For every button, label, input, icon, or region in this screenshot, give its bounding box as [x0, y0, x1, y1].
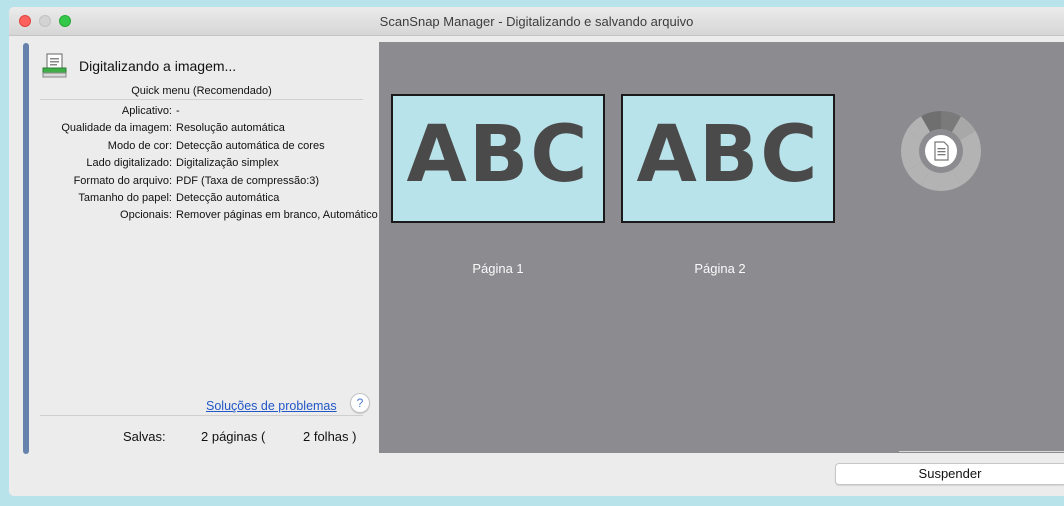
setting-row: Formato do arquivo: PDF (Taxa de compres…	[14, 175, 373, 192]
setting-label: Modo de cor:	[107, 139, 172, 152]
page-thumbnail[interactable]: ABC	[621, 94, 835, 223]
page-label: Página 1	[472, 261, 524, 276]
title-bar: ScanSnap Manager - Digitalizando e salva…	[9, 7, 1064, 36]
scan-preview-area: ABC Página 1 ABC Página 2	[379, 42, 1064, 453]
quick-menu-label: Quick menu (Recomendado)	[40, 85, 363, 100]
suspend-button[interactable]: Suspender	[835, 463, 1064, 485]
document-loading-icon	[901, 111, 981, 191]
saved-sheets: 2 folhas )	[303, 429, 357, 444]
saved-label: Salvas:	[123, 429, 166, 444]
help-button[interactable]: ?	[350, 393, 370, 413]
page-thumbnail[interactable]: ABC	[391, 94, 605, 223]
setting-label: Formato do arquivo:	[73, 174, 172, 187]
page-content: ABC	[636, 110, 820, 200]
status-text: Digitalizando a imagem...	[79, 58, 237, 74]
setting-value: -	[176, 105, 180, 117]
setting-value: Detecção automática	[176, 191, 280, 204]
settings-list: Aplicativo: - Qualidade da imagem: Resol…	[14, 105, 378, 227]
troubleshooting-link[interactable]: Soluções de problemas	[206, 399, 337, 413]
setting-label: Opcionais:	[120, 209, 172, 222]
setting-value: Digitalização simplex	[176, 157, 279, 170]
scan-settings-panel: Digitalizando a imagem... Quick menu (Re…	[14, 41, 378, 456]
setting-label: Qualidade da imagem:	[61, 122, 172, 135]
setting-label: Lado digitalizado:	[86, 157, 172, 170]
setting-row: Opcionais: Remover páginas em branco, Au…	[14, 209, 378, 226]
setting-value: Remover páginas em branco, Automático	[176, 209, 378, 222]
scanner-document-icon	[42, 53, 67, 78]
setting-value: Resolução automática	[176, 122, 285, 135]
window-title: ScanSnap Manager - Digitalizando e salva…	[379, 14, 694, 29]
setting-value: PDF (Taxa de compressão:3)	[176, 174, 320, 187]
page-label: Página 2	[694, 261, 746, 276]
divider	[40, 415, 363, 416]
setting-value: Detecção automática de cores	[176, 139, 325, 152]
setting-row: Tamanho do papel: Detecção automática	[14, 192, 373, 209]
setting-row: Qualidade da imagem: Resolução automátic…	[14, 122, 373, 139]
saved-count: Salvas: 2 páginas ( 2 folhas )	[14, 429, 373, 447]
page-content: ABC	[406, 110, 590, 200]
scansnap-window: ScanSnap Manager - Digitalizando e salva…	[9, 7, 1064, 496]
setting-row: Modo de cor: Detecção automática de core…	[14, 140, 373, 157]
setting-row: Aplicativo: -	[14, 105, 373, 122]
setting-label: Tamanho do papel:	[78, 191, 172, 204]
setting-row: Lado digitalizado: Digitalização simplex	[14, 157, 373, 174]
divider	[899, 451, 1064, 452]
setting-label: Aplicativo:	[121, 105, 172, 117]
saved-pages: 2 páginas (	[201, 429, 266, 444]
